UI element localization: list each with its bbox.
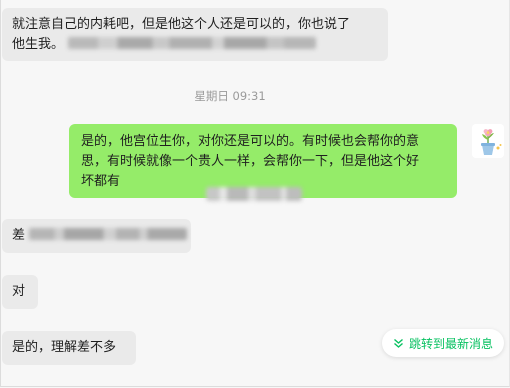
message-incoming[interactable]: 是的，理解差不多 [2, 331, 136, 365]
jump-to-latest-label: 跳转到最新消息 [408, 336, 493, 351]
message-text-line: 是的，他宫位生你，对你还是可以的。有时候也会帮你的意 [81, 134, 420, 149]
message-text-line: 思，有时候就像一个贵人一样，会帮你一下，但是他这个好 [81, 154, 420, 169]
double-chevron-down-icon [394, 338, 403, 348]
jump-to-latest-button[interactable]: 跳转到最新消息 [382, 329, 504, 357]
message-incoming[interactable]: 就注意自己的内耗吧，但是他这个人还是可以的，你也说了 他生我。 [2, 8, 388, 61]
redacted-text [68, 37, 317, 49]
message-incoming[interactable]: 对 [2, 275, 38, 309]
timestamp: 星期日 09:31 [194, 89, 266, 103]
message-incoming[interactable]: 差 [2, 219, 191, 253]
redacted-text [206, 187, 302, 201]
message-text: 差 [12, 228, 26, 243]
message-text-line: 他生我。 [12, 35, 378, 55]
avatar[interactable] [472, 124, 504, 158]
message-text: 是的，理解差不多 [12, 340, 117, 355]
flower-pot-avatar-icon [472, 124, 504, 158]
message-text-line: 就注意自己的内耗吧，但是他这个人还是可以的，你也说了 [12, 17, 351, 32]
message-text: 他生我。 [12, 37, 65, 52]
redacted-text [29, 228, 188, 240]
message-text: 对 [12, 284, 26, 299]
